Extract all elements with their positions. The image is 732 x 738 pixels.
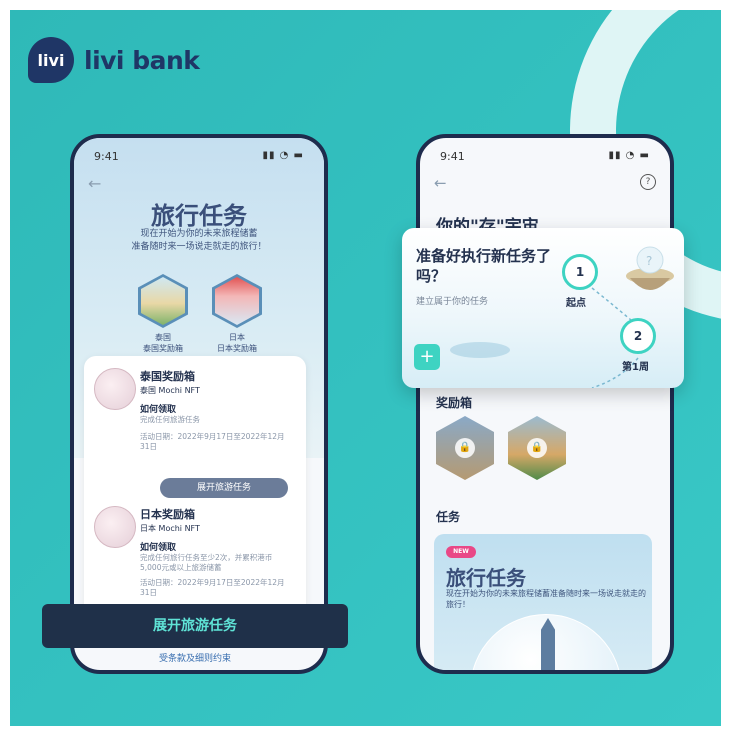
japan-country: 日本 xyxy=(229,333,245,342)
floating-island-icon: ? xyxy=(626,246,674,290)
back-arrow-icon[interactable]: ← xyxy=(434,174,447,192)
promo-canvas: livi livi bank 9:41 ▮▮ ◔ ▬ ← 旅行任务 现在开始为你… xyxy=(10,10,721,726)
clock-tower-icon xyxy=(541,618,555,670)
brand-logo: livi livi bank xyxy=(28,37,200,83)
milestone-node-1: 1 xyxy=(562,254,598,290)
reward-date: 活动日期：2022年9月17日至2022年12月31日 xyxy=(140,432,285,451)
thailand-country: 泰国 xyxy=(155,333,171,342)
reward-title: 泰国奖励箱 xyxy=(140,370,195,383)
lock-icon: 🔒 xyxy=(455,438,475,458)
status-time: 9:41 xyxy=(94,150,119,163)
logo-mark-text: livi xyxy=(37,50,65,70)
subtitle-line-1: 现在开始为你的未来旅程储蓄 xyxy=(140,229,258,239)
terms-link[interactable]: 受条款及细则约束 xyxy=(70,651,320,664)
mochi-avatar-icon xyxy=(94,368,136,410)
subtitle-line-2: 准备随时来一场说走就走的旅行！ xyxy=(131,242,267,252)
signal-wifi-battery-icon: ▮▮ ◔ ▬ xyxy=(262,150,304,161)
status-bar: 9:41 ▮▮ ◔ ▬ xyxy=(94,150,304,163)
thailand-box-label: 泰国 泰国奖励箱 xyxy=(123,332,203,354)
help-icon[interactable]: ? xyxy=(640,174,656,190)
reward-section-title: 奖励箱 xyxy=(436,396,473,410)
task-card-title: 旅行任务 xyxy=(446,566,526,590)
task-card-desc: 现在开始为你的未来旅程储蓄准备随时来一场说走就走的旅行！ xyxy=(446,589,646,609)
reward-how-desc: 完成任何旅游任务 xyxy=(140,415,200,424)
signal-wifi-battery-icon: ▮▮ ◔ ▬ xyxy=(608,150,650,161)
brand-name: livi bank xyxy=(84,45,200,75)
milestone-label-2: 第1周 xyxy=(622,362,649,373)
reward-nft: 日本 Mochi NFT xyxy=(140,524,200,533)
thailand-box-name: 泰国奖励箱 xyxy=(143,344,183,353)
locked-box-icon[interactable]: 🔒 xyxy=(436,416,494,480)
right-phone: 9:41 ▮▮ ◔ ▬ ← ? 你的"存"宇宙 奖励箱 🔒 🔒 任务 NEW 旅… xyxy=(416,134,674,674)
logo-mark-icon: livi xyxy=(28,37,74,83)
expand-travel-task-pill[interactable]: 展开旅游任务 xyxy=(160,478,288,498)
task-section-title: 任务 xyxy=(436,510,461,524)
rewards-card: 泰国奖励箱 泰国 Mochi NFT 如何领取 完成任何旅游任务 活动日期：20… xyxy=(84,356,306,631)
reward-item-thailand: 泰国奖励箱 泰国 Mochi NFT 如何领取 完成任何旅游任务 活动日期：20… xyxy=(94,368,299,508)
svg-text:?: ? xyxy=(646,254,652,268)
back-arrow-icon[interactable]: ← xyxy=(88,174,101,193)
page-subtitle: 现在开始为你的未来旅程储蓄 准备随时来一场说走就走的旅行！ xyxy=(94,228,304,254)
travel-task-card[interactable]: NEW 旅行任务 现在开始为你的未来旅程储蓄准备随时来一场说走就走的旅行！ xyxy=(434,534,652,670)
page-title: 旅行任务 xyxy=(151,202,247,230)
reward-how-desc: 完成任何旅行任务至少2次，并累积港币5,000元或以上旅游储蓄 xyxy=(140,553,273,572)
reward-nft: 泰国 Mochi NFT xyxy=(140,386,200,395)
reward-how-label: 如何领取 xyxy=(140,405,177,415)
new-task-popup: 准备好执行新任务了吗？ 建立属于你的任务 + 1 起点 2 第1周 ? xyxy=(402,228,684,388)
reward-title: 日本奖励箱 xyxy=(140,508,195,521)
milestone-node-2: 2 xyxy=(620,318,656,354)
japan-box-name: 日本奖励箱 xyxy=(217,344,257,353)
status-time: 9:41 xyxy=(440,150,465,163)
milestone-label-1: 起点 xyxy=(566,298,586,309)
reward-how-label: 如何领取 xyxy=(140,543,177,553)
japan-box-label: 日本 日本奖励箱 xyxy=(197,332,277,354)
reward-date: 活动日期：2022年9月17日至2022年12月31日 xyxy=(140,578,285,597)
lock-icon: 🔒 xyxy=(527,438,547,458)
locked-box-icon[interactable]: 🔒 xyxy=(508,416,566,480)
expand-travel-task-button[interactable]: 展开旅游任务 xyxy=(42,604,348,648)
status-bar: 9:41 ▮▮ ◔ ▬ xyxy=(440,150,650,163)
mochi-avatar-icon xyxy=(94,506,136,548)
left-phone: 9:41 ▮▮ ◔ ▬ ← 旅行任务 现在开始为你的未来旅程储蓄 准备随时来一场… xyxy=(70,134,328,674)
new-badge: NEW xyxy=(446,546,476,558)
